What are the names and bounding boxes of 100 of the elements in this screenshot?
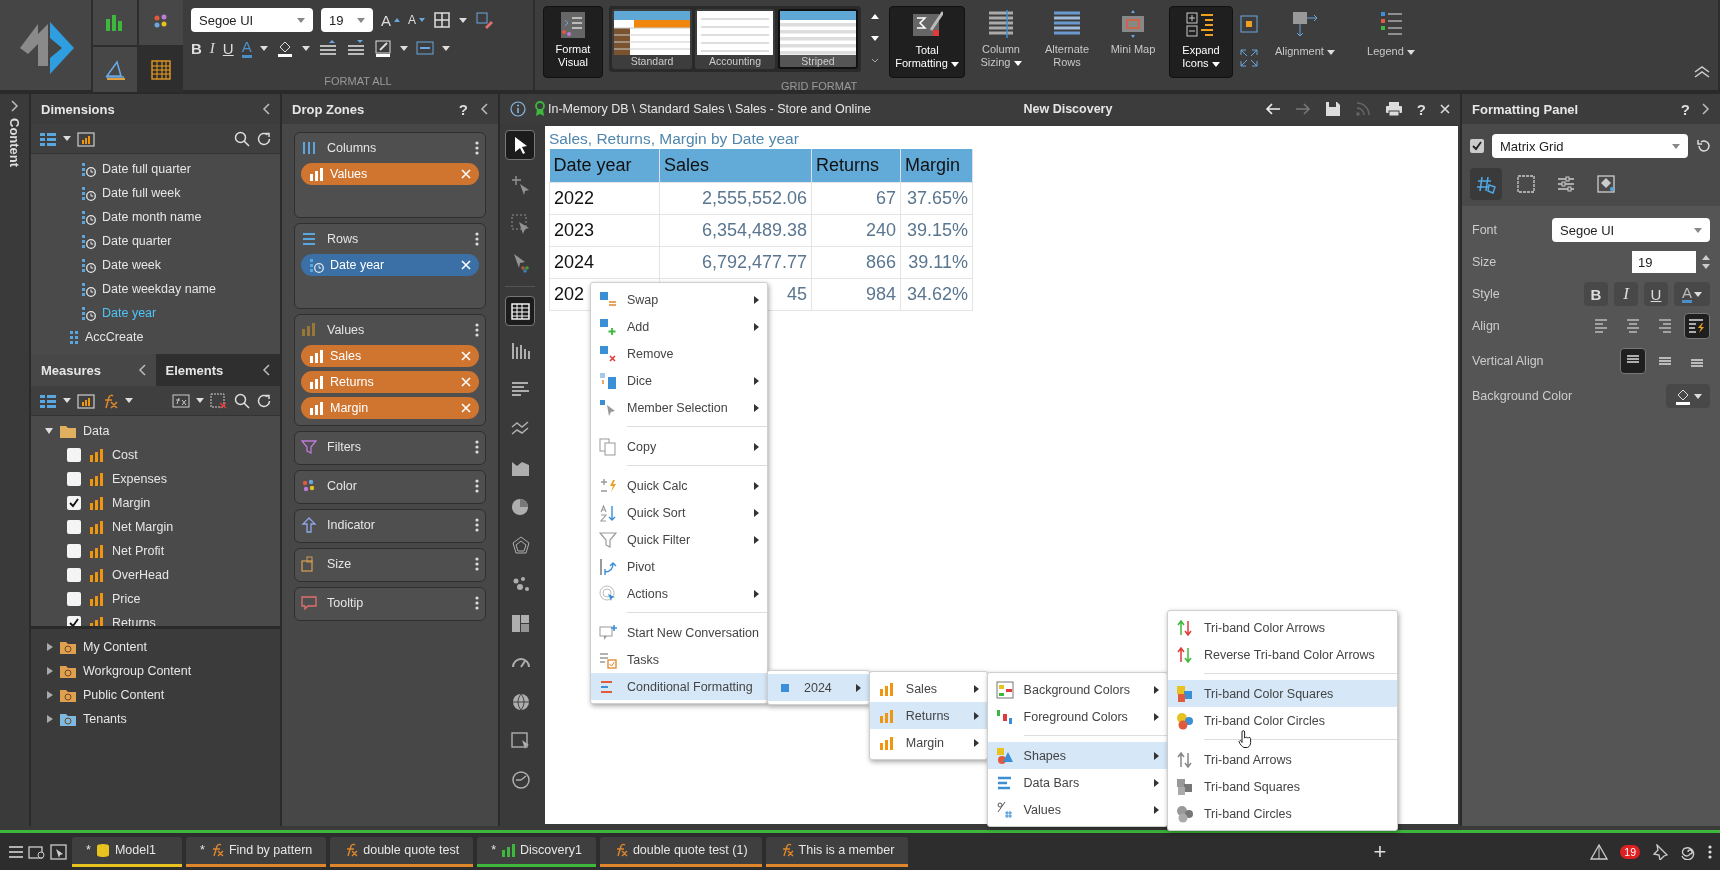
drop-zone[interactable]: Filters <box>294 431 486 465</box>
menu-item[interactable]: Add <box>591 313 767 340</box>
measure-item[interactable]: Net Margin <box>112 520 174 534</box>
measure-item[interactable]: OverHead <box>112 568 169 582</box>
ribbon-tool-button[interactable]: Column Sizing <box>971 6 1031 78</box>
bold-button[interactable]: B <box>191 39 202 57</box>
menu-item[interactable]: Data Bars <box>987 769 1167 796</box>
shrink-font-button[interactable]: A <box>408 13 426 27</box>
menu-item[interactable]: Background Colors <box>987 676 1167 703</box>
ribbon-menu-button[interactable]: Legend <box>1351 6 1431 78</box>
menu-item[interactable]: Dice <box>591 367 767 394</box>
menu-item[interactable]: Conditional Formatting <box>591 673 767 700</box>
dimension-item[interactable]: Date year <box>31 301 280 325</box>
menu-item[interactable]: Reverse Tri-band Color Arrows <box>1167 641 1397 668</box>
grow-font-button[interactable]: A <box>381 11 400 29</box>
tree-item[interactable]: Data <box>83 424 110 438</box>
menu-item[interactable]: Tri-band Squares <box>1167 773 1397 800</box>
menu-item[interactable]: Tri-band Circles <box>1167 800 1397 827</box>
menu-item[interactable]: Returns <box>869 702 987 729</box>
text-style-button[interactable]: A <box>1674 282 1710 306</box>
column-header[interactable]: Date year <box>549 149 660 182</box>
menu-item[interactable]: Values <box>987 796 1167 823</box>
menu-item[interactable]: Remove <box>591 340 767 367</box>
content-tab[interactable]: Content <box>7 118 22 168</box>
dimension-item[interactable]: AccCreate <box>31 325 280 349</box>
menu-item[interactable]: Start New Conversation <box>591 619 767 646</box>
panel-tab[interactable]: Measures <box>31 354 156 386</box>
measure-item[interactable]: Price <box>112 592 141 606</box>
menu-item[interactable]: Actions <box>591 580 767 607</box>
table-style-option[interactable]: Striped <box>778 9 858 69</box>
font-dropdown[interactable]: Segoe UI <box>1552 218 1710 242</box>
help-button[interactable]: ? <box>458 100 468 118</box>
content-folder[interactable]: Workgroup Content <box>83 664 192 678</box>
dimension-item[interactable]: Date weekday name <box>31 277 280 301</box>
italic-button[interactable]: I <box>209 39 215 57</box>
drop-zone[interactable]: Size <box>294 548 486 582</box>
ribbon-tool-button[interactable]: Total Formatting <box>889 6 965 78</box>
menu-item[interactable]: Foreground Colors <box>987 703 1167 730</box>
text-style-button[interactable]: B <box>1584 282 1608 306</box>
content-folder[interactable]: Tenants <box>83 712 127 726</box>
ribbon-tool-button[interactable]: Alternate Rows <box>1037 6 1097 78</box>
menu-item[interactable]: Quick Filter <box>591 526 767 553</box>
menu-item[interactable]: Tri-band Color Circles <box>1167 707 1397 734</box>
measure-item[interactable]: Expenses <box>112 472 167 486</box>
help-button[interactable]: ? <box>1416 100 1426 118</box>
menu-item[interactable]: Tri-band Arrows <box>1167 746 1397 773</box>
ribbon-tool-button[interactable]: Mini Map <box>1103 6 1163 78</box>
dimension-item[interactable]: Date full quarter <box>31 157 280 181</box>
menu-item[interactable]: Copy <box>591 433 767 460</box>
content-folder[interactable]: My Content <box>83 640 147 654</box>
column-header[interactable]: Sales <box>659 149 812 182</box>
panel-tab[interactable]: Elements <box>155 354 280 386</box>
help-button[interactable]: ? <box>1680 100 1690 118</box>
drop-zone[interactable]: Rows Date year <box>294 223 486 309</box>
drop-zone[interactable]: Values Sales Returns Margin <box>294 314 486 426</box>
measure-item[interactable]: Cost <box>112 448 138 462</box>
measure-item[interactable]: Net Profit <box>112 544 165 558</box>
text-style-button[interactable]: I <box>1614 282 1638 306</box>
document-tab[interactable]: This is a member <box>765 836 909 867</box>
menu-item[interactable]: Member Selection <box>591 394 767 421</box>
new-tab-button[interactable]: + <box>1373 838 1387 865</box>
document-tab[interactable]: double quote test (1) <box>599 836 762 867</box>
dimension-item[interactable]: Date week <box>31 253 280 277</box>
ribbon-tool-button[interactable]: Expand Icons <box>1169 6 1233 78</box>
table-style-option[interactable]: Standard <box>612 9 692 69</box>
column-header[interactable]: Margin <box>900 149 973 182</box>
menu-item[interactable]: Pivot <box>591 553 767 580</box>
menu-item[interactable]: Quick Sort <box>591 499 767 526</box>
drop-zone[interactable]: Tooltip <box>294 587 486 621</box>
document-tab[interactable]: * Model1 <box>72 836 182 867</box>
document-tab[interactable]: * Find by pattern <box>186 836 327 867</box>
menu-item[interactable]: Margin <box>869 729 987 756</box>
menu-item[interactable]: Tasks <box>591 646 767 673</box>
format-visual-button[interactable]: Format Visual <box>543 6 603 78</box>
content-folder[interactable]: Public Content <box>83 688 165 702</box>
menu-item[interactable]: Tri-band Color Squares <box>1167 680 1397 707</box>
visual-type-dropdown[interactable]: Matrix Grid <box>1492 134 1688 158</box>
menu-item[interactable]: 2024 <box>768 674 869 701</box>
ribbon-menu-button[interactable]: Alignment <box>1265 6 1345 78</box>
drop-zone[interactable]: Indicator <box>294 509 486 543</box>
font-size-input[interactable]: 19 <box>1632 251 1696 273</box>
menu-item[interactable]: Swap <box>591 286 767 313</box>
document-tab[interactable]: * Discovery1 <box>477 836 596 867</box>
menu-item[interactable]: Sales <box>869 675 987 702</box>
notification-badge[interactable]: 19 <box>1620 844 1640 859</box>
menu-item[interactable]: Quick Calc <box>591 472 767 499</box>
dimension-item[interactable]: Date month name <box>31 205 280 229</box>
document-tab[interactable]: double quote test <box>330 836 474 867</box>
drop-zone[interactable]: Color <box>294 470 486 504</box>
drop-zone[interactable]: Columns Values <box>294 132 486 218</box>
dimension-item[interactable]: Date quarter <box>31 229 280 253</box>
text-style-button[interactable]: U <box>1644 282 1668 306</box>
table-style-option[interactable]: Accounting <box>695 9 775 69</box>
menu-item[interactable]: Tri-band Color Arrows <box>1167 614 1397 641</box>
menu-item[interactable]: Shapes <box>987 742 1167 769</box>
column-header[interactable]: Returns <box>811 149 901 182</box>
measure-item[interactable]: Margin <box>112 496 151 510</box>
dimension-item[interactable]: Date full week <box>31 181 280 205</box>
underline-button[interactable]: U <box>222 39 234 57</box>
font-dropdown[interactable]: Segoe UI <box>191 8 313 32</box>
